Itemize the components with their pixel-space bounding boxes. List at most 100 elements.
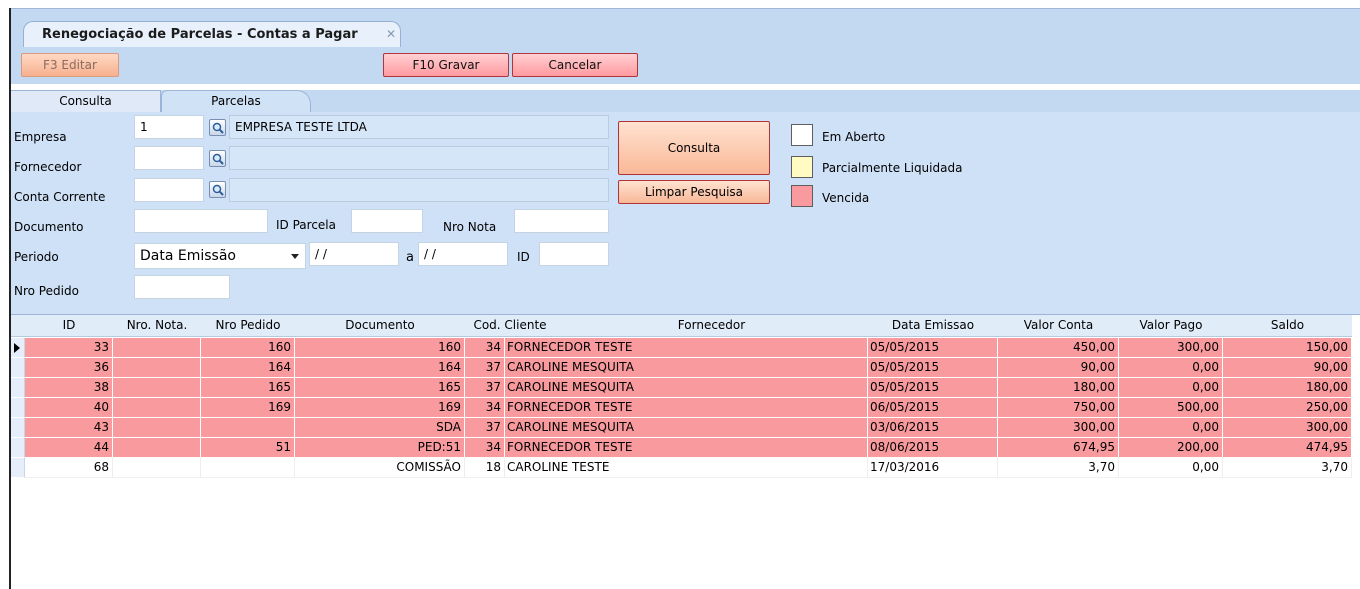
- limpar-pesquisa-button[interactable]: Limpar Pesquisa: [618, 180, 770, 204]
- cell-valor-conta: 750,00: [998, 398, 1119, 418]
- table-row[interactable]: 38 165 165 37 CAROLINE MESQUITA 05/05/2015 180…: [11, 378, 1352, 398]
- col-header-valor-pago[interactable]: Valor Pago: [1119, 315, 1223, 337]
- row-indicator[interactable]: [11, 438, 25, 458]
- cell-nro-nota: [113, 398, 201, 418]
- col-header-fornecedor[interactable]: Fornecedor: [555, 315, 868, 337]
- conta-corrente-search-icon[interactable]: [209, 181, 226, 198]
- empresa-search-icon[interactable]: [209, 119, 226, 136]
- cell-cod-cliente: 34: [465, 438, 505, 458]
- consulta-button[interactable]: Consulta: [618, 121, 770, 175]
- cell-id: 33: [25, 338, 113, 358]
- cell-nro-pedido: [201, 418, 295, 438]
- cell-id: 38: [25, 378, 113, 398]
- cell-valor-pago: 500,00: [1119, 398, 1223, 418]
- close-icon[interactable]: ✕: [386, 27, 396, 41]
- nro-pedido-label: Nro Pedido: [14, 284, 79, 298]
- cell-valor-conta: 90,00: [998, 358, 1119, 378]
- cell-data-emissao: 06/05/2015: [868, 398, 998, 418]
- fornecedor-label: Fornecedor: [14, 160, 82, 174]
- nro-nota-input[interactable]: [514, 209, 609, 233]
- row-indicator[interactable]: [11, 338, 25, 358]
- cell-fornecedor: CAROLINE MESQUITA: [505, 378, 868, 398]
- table-row[interactable]: 44 51 PED:51 34 FORNECEDOR TESTE 08/06/2015 67…: [11, 438, 1352, 458]
- cell-documento: PED:51: [295, 438, 465, 458]
- row-indicator[interactable]: [11, 358, 25, 378]
- cell-documento: 160: [295, 338, 465, 358]
- col-header-valor-conta[interactable]: Valor Conta: [998, 315, 1119, 337]
- cell-fornecedor: FORNECEDOR TESTE: [505, 438, 868, 458]
- parcelas-grid: ID Nro. Nota. Nro Pedido Documento Cod. …: [11, 314, 1360, 589]
- top-toolbar: Renegociação de Parcelas - Contas a Paga…: [11, 8, 1360, 84]
- cell-id: 68: [25, 458, 113, 478]
- cell-valor-conta: 3,70: [998, 458, 1119, 478]
- cell-fornecedor: FORNECEDOR TESTE: [505, 398, 868, 418]
- id-parcela-input[interactable]: [351, 209, 423, 233]
- documento-input[interactable]: [134, 209, 268, 233]
- document-tab-title: Renegociação de Parcelas - Contas a Paga…: [42, 27, 358, 42]
- nro-nota-label: Nro Nota: [443, 220, 497, 234]
- table-row[interactable]: 40 169 169 34 FORNECEDOR TESTE 06/05/2015 750,…: [11, 398, 1352, 418]
- cell-fornecedor: CAROLINE MESQUITA: [505, 418, 868, 438]
- fornecedor-code-input[interactable]: [134, 146, 204, 170]
- grid-header: ID Nro. Nota. Nro Pedido Documento Cod. …: [11, 315, 1352, 337]
- cell-documento: 169: [295, 398, 465, 418]
- row-indicator[interactable]: [11, 458, 25, 478]
- cell-valor-conta: 180,00: [998, 378, 1119, 398]
- legend-label-em-aberto: Em Aberto: [822, 130, 886, 144]
- row-indicator[interactable]: [11, 398, 25, 418]
- cell-valor-pago: 0,00: [1119, 378, 1223, 398]
- id-input[interactable]: [539, 242, 609, 266]
- cell-documento: 165: [295, 378, 465, 398]
- id-label: ID: [517, 250, 530, 264]
- cell-saldo: 150,00: [1223, 338, 1352, 358]
- empresa-code-input[interactable]: 1: [134, 115, 204, 139]
- col-header-saldo[interactable]: Saldo: [1223, 315, 1352, 337]
- col-header-nro-nota[interactable]: Nro. Nota.: [113, 315, 201, 337]
- row-indicator[interactable]: [11, 418, 25, 438]
- col-header-data-emissao[interactable]: Data Emissao: [868, 315, 998, 337]
- col-header-id[interactable]: ID: [25, 315, 113, 337]
- col-header-documento[interactable]: Documento: [295, 315, 465, 337]
- cell-cod-cliente: 37: [465, 418, 505, 438]
- cell-documento: COMISSÃO: [295, 458, 465, 478]
- id-parcela-label: ID Parcela: [276, 218, 336, 232]
- table-row[interactable]: 33 160 160 34 FORNECEDOR TESTE 05/05/2015 450,…: [11, 338, 1352, 358]
- periodo-label: Periodo: [14, 250, 59, 264]
- cell-valor-pago: 300,00: [1119, 338, 1223, 358]
- edit-button[interactable]: F3 Editar: [21, 53, 119, 77]
- cancel-button[interactable]: Cancelar: [512, 53, 638, 77]
- tab-parcelas[interactable]: Parcelas: [161, 90, 311, 112]
- periodo-select[interactable]: Data Emissão: [134, 243, 306, 269]
- nro-pedido-input[interactable]: [134, 275, 230, 299]
- col-header-nro-pedido[interactable]: Nro Pedido: [201, 315, 295, 337]
- cell-valor-pago: 0,00: [1119, 358, 1223, 378]
- cell-saldo: 250,00: [1223, 398, 1352, 418]
- document-tab[interactable]: Renegociação de Parcelas - Contas a Paga…: [23, 21, 401, 47]
- row-indicator[interactable]: [11, 378, 25, 398]
- legend-swatch-em-aberto: [791, 124, 813, 146]
- cell-nro-pedido: 160: [201, 338, 295, 358]
- table-row[interactable]: 43 SDA 37 CAROLINE MESQUITA 03/06/2015 300,00…: [11, 418, 1352, 438]
- cell-cod-cliente: 37: [465, 358, 505, 378]
- conta-corrente-name-field: [229, 178, 609, 202]
- cell-documento: SDA: [295, 418, 465, 438]
- cell-nro-pedido: 51: [201, 438, 295, 458]
- conta-corrente-code-input[interactable]: [134, 178, 204, 202]
- save-button[interactable]: F10 Gravar: [383, 53, 509, 77]
- date-to-input[interactable]: / /: [418, 242, 508, 266]
- cell-id: 40: [25, 398, 113, 418]
- cell-saldo: 300,00: [1223, 418, 1352, 438]
- tab-consulta[interactable]: Consulta: [11, 90, 161, 112]
- table-row[interactable]: 68 COMISSÃO 18 CAROLINE TESTE 17/03/2016 3,70…: [11, 458, 1352, 478]
- cell-data-emissao: 08/06/2015: [868, 438, 998, 458]
- date-from-input[interactable]: / /: [309, 242, 399, 266]
- fornecedor-search-icon[interactable]: [209, 150, 226, 167]
- cell-nro-pedido: 169: [201, 398, 295, 418]
- cell-data-emissao: 17/03/2016: [868, 458, 998, 478]
- cell-data-emissao: 05/05/2015: [868, 338, 998, 358]
- cell-valor-conta: 300,00: [998, 418, 1119, 438]
- table-row[interactable]: 36 164 164 37 CAROLINE MESQUITA 05/05/2015 90,…: [11, 358, 1352, 378]
- a-label: a: [406, 250, 414, 265]
- col-header-cod-cliente[interactable]: Cod. Cliente: [465, 315, 555, 337]
- current-row-arrow-icon: [14, 343, 20, 353]
